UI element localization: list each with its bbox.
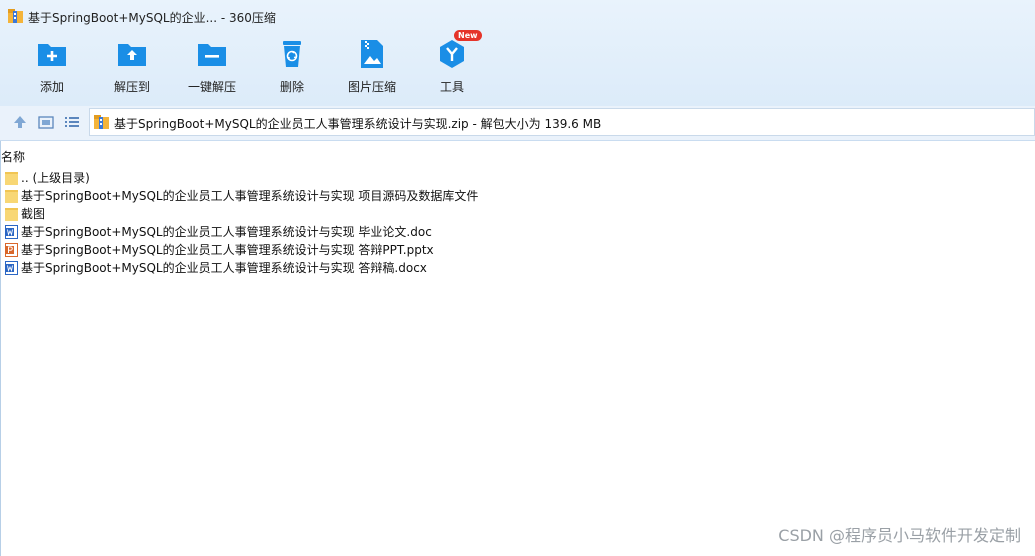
powerpoint-icon xyxy=(5,243,18,257)
file-name: 基于SpringBoot+MySQL的企业员工人事管理系统设计与实现 答辩稿.d… xyxy=(21,261,427,275)
tools-button[interactable]: New 工具 xyxy=(412,30,492,96)
extract-to-label: 解压到 xyxy=(113,80,150,94)
file-list: 名称 .. (上级目录) 基于SpringBoot+MySQL的企业员工人事管理… xyxy=(0,141,1035,556)
zip-archive-icon xyxy=(94,115,109,129)
delete-icon xyxy=(283,41,301,67)
top-panel: 基于SpringBoot+MySQL的企业... - 360压缩 添加 解压到 … xyxy=(0,0,1035,106)
file-name: 基于SpringBoot+MySQL的企业员工人事管理系统设计与实现 毕业论文.… xyxy=(21,225,432,239)
image-compress-icon xyxy=(361,40,383,68)
delete-button[interactable]: 删除 xyxy=(252,36,332,96)
thumbnail-view-icon[interactable] xyxy=(38,114,54,130)
column-header-name[interactable]: 名称 xyxy=(1,148,25,165)
tools-icon xyxy=(440,40,464,68)
new-badge: New xyxy=(454,30,482,41)
image-compress-button[interactable]: 图片压缩 xyxy=(332,36,412,96)
watermark: CSDN @程序员小马软件开发定制 xyxy=(778,526,1021,545)
toolbar: 添加 解压到 一键解压 删除 图片压缩 New 工具 xyxy=(0,30,1035,100)
word-document-icon xyxy=(5,225,18,239)
one-click-extract-icon xyxy=(198,44,226,66)
extract-to-icon xyxy=(118,44,146,66)
folder-icon xyxy=(5,172,18,185)
list-view-icon[interactable] xyxy=(64,114,80,130)
up-arrow-icon[interactable] xyxy=(12,114,28,130)
file-name: .. (上级目录) xyxy=(21,171,90,185)
navigation-bar: 基于SpringBoot+MySQL的企业员工人事管理系统设计与实现.zip -… xyxy=(0,106,1035,141)
add-icon xyxy=(38,44,66,66)
app-icon xyxy=(8,9,23,23)
folder-icon xyxy=(5,190,18,203)
archive-path: 基于SpringBoot+MySQL的企业员工人事管理系统设计与实现.zip -… xyxy=(114,117,602,131)
one-click-extract-label: 一键解压 xyxy=(187,80,236,94)
add-button[interactable]: 添加 xyxy=(12,36,92,96)
extract-to-button[interactable]: 解压到 xyxy=(92,36,172,96)
title-bar: 基于SpringBoot+MySQL的企业... - 360压缩 xyxy=(0,0,1035,32)
one-click-extract-button[interactable]: 一键解压 xyxy=(172,36,252,96)
image-compress-label: 图片压缩 xyxy=(347,80,396,94)
file-name: 基于SpringBoot+MySQL的企业员工人事管理系统设计与实现 答辩PPT… xyxy=(21,243,434,257)
file-name: 基于SpringBoot+MySQL的企业员工人事管理系统设计与实现 项目源码及… xyxy=(21,189,479,203)
address-bar[interactable]: 基于SpringBoot+MySQL的企业员工人事管理系统设计与实现.zip -… xyxy=(89,108,1035,136)
delete-label: 删除 xyxy=(279,80,304,94)
tools-label: 工具 xyxy=(439,80,464,94)
add-label: 添加 xyxy=(39,80,64,94)
word-document-icon xyxy=(5,261,18,275)
file-name: 截图 xyxy=(21,207,46,221)
folder-icon xyxy=(5,208,18,221)
window-title: 基于SpringBoot+MySQL的企业... - 360压缩 xyxy=(28,11,276,25)
